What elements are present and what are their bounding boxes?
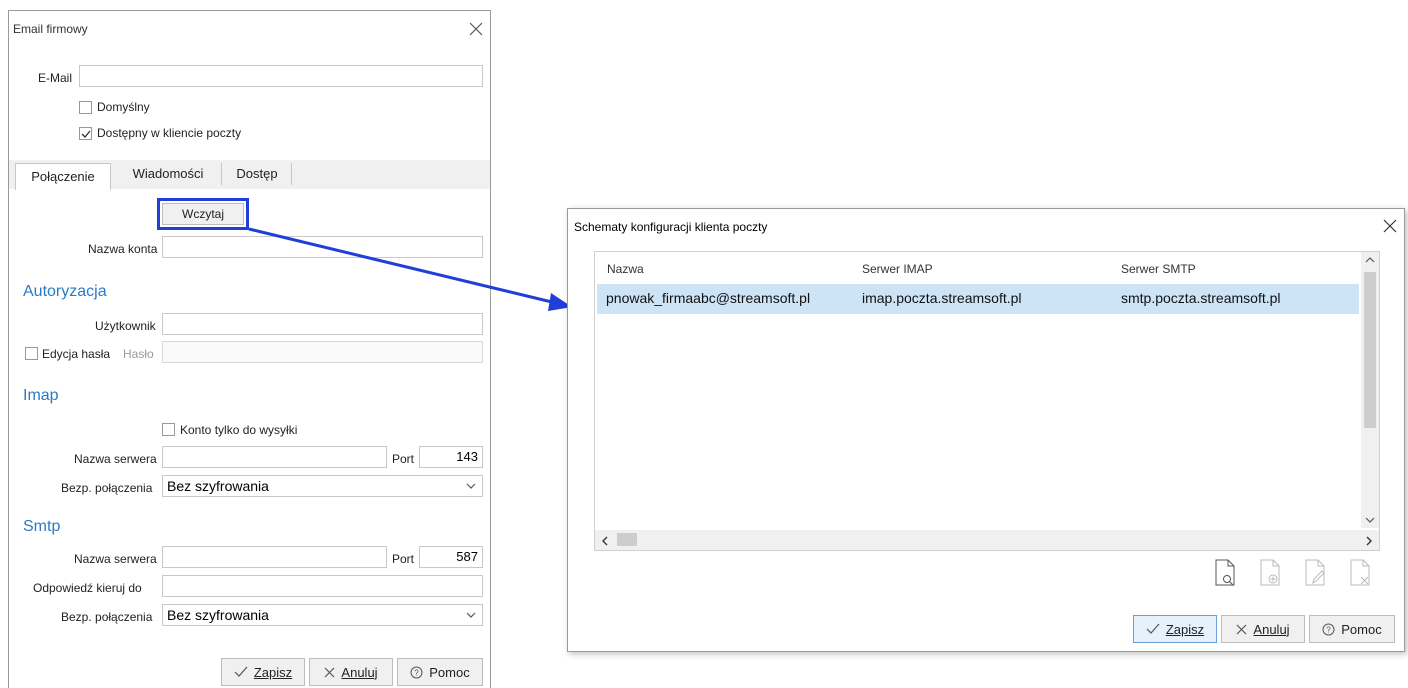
column-header-imap[interactable]: Serwer IMAP xyxy=(862,262,933,276)
cancel-button-label: Anuluj xyxy=(1253,621,1290,637)
cell-name: pnowak_firmaabc@streamsoft.pl xyxy=(606,290,811,306)
save-button-label: Zapisz xyxy=(1165,621,1205,637)
dialog-title: Schematy konfiguracji klienta poczty xyxy=(574,220,768,234)
schema-grid: Nazwa Serwer IMAP Serwer SMTP pnowak_fir… xyxy=(594,251,1380,551)
add-doc-icon[interactable] xyxy=(1258,559,1282,590)
column-header-smtp[interactable]: Serwer SMTP xyxy=(1121,262,1196,276)
help-icon: ? xyxy=(1322,623,1335,635)
vertical-scroll-thumb[interactable] xyxy=(1364,272,1376,428)
scroll-left-icon[interactable] xyxy=(601,536,609,549)
save-button[interactable]: Zapisz xyxy=(1133,615,1217,643)
cell-smtp: smtp.poczta.streamsoft.pl xyxy=(1121,290,1281,306)
schema-dialog: Schematy konfiguracji klienta poczty Naz… xyxy=(567,208,1405,652)
column-header-name[interactable]: Nazwa xyxy=(607,262,644,276)
svg-text:?: ? xyxy=(1327,625,1332,634)
scroll-up-icon[interactable] xyxy=(1365,256,1375,267)
horizontal-scroll-thumb[interactable] xyxy=(617,533,637,546)
scroll-down-icon[interactable] xyxy=(1365,516,1375,527)
cell-imap: imap.poczta.streamsoft.pl xyxy=(862,290,1022,306)
cancel-button[interactable]: Anuluj xyxy=(1221,615,1305,643)
close-icon xyxy=(1236,624,1247,634)
scroll-right-icon[interactable] xyxy=(1365,536,1373,549)
table-row[interactable]: pnowak_firmaabc@streamsoft.pl imap.poczt… xyxy=(597,284,1359,314)
close-icon[interactable] xyxy=(1383,219,1399,235)
delete-doc-icon[interactable] xyxy=(1348,559,1372,590)
horizontal-scrollbar[interactable] xyxy=(595,530,1379,550)
help-button[interactable]: ? Pomoc xyxy=(1309,615,1395,643)
edit-doc-icon[interactable] xyxy=(1303,559,1327,590)
preview-doc-icon[interactable] xyxy=(1213,559,1237,590)
help-button-label: Pomoc xyxy=(1341,621,1382,637)
check-icon xyxy=(1146,623,1160,634)
